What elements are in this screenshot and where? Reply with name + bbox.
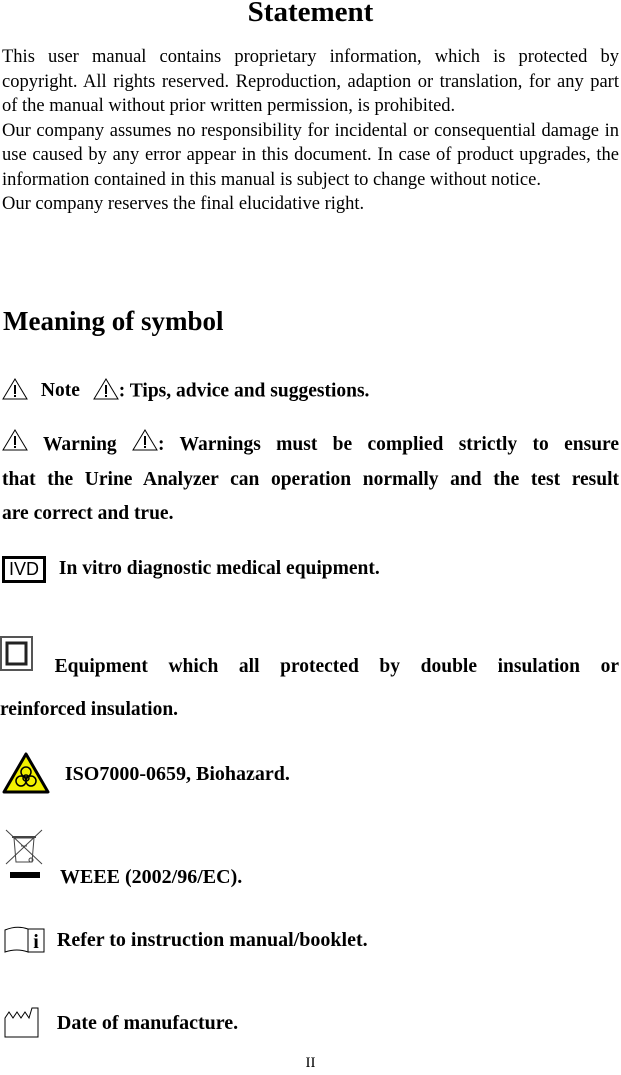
symbols-heading: Meaning of symbol [3,306,224,336]
double-insulation-row: Equipment which all protected by double … [0,636,619,721]
warning-triangle-icon [2,378,28,406]
note-label: Note [40,380,80,402]
warning-triangle-icon [132,428,158,463]
statement-text: This user manual contains proprietary in… [2,45,619,217]
date-of-manufacture-icon [4,1006,40,1044]
biohazard-icon [2,752,50,800]
manufacture-row: Date of manufacture. [4,1006,238,1044]
biohazard-description: ISO7000-0659, Biohazard. [64,763,290,786]
manufacture-description: Date of manufacture. [56,1012,239,1035]
ivd-icon: IVD [2,556,47,583]
statement-paragraph-3: Our company reserves the final elucidati… [2,194,365,214]
statement-paragraph-2: Our company assumes no responsibility fo… [2,120,619,190]
statement-paragraph-1: This user manual contains proprietary in… [2,47,619,116]
instruction-manual-icon: i [4,924,46,960]
manual-row: i Refer to instruction manual/booklet. [4,924,368,960]
warning-label: Warning [43,434,117,455]
warning-description: : Warnings must be complied strictly to … [158,434,620,455]
warning-description-line-2: that the Urine Analyzer can operation no… [2,468,619,490]
note-row: Note : Tips, advice and suggestions. [2,378,369,406]
svg-text:i: i [33,931,39,953]
note-description: : Tips, advice and suggestions. [118,380,370,402]
warning-row: Warning : Warnings must be complied stri… [2,428,619,531]
weee-bin-icon [4,828,44,885]
warning-description-line-3: are correct and true. [2,502,174,524]
manual-description: Refer to instruction manual/booklet. [56,929,368,952]
page-title: Statement [247,0,374,28]
warning-triangle-icon [2,428,28,463]
double-insulation-icon [0,636,34,687]
warning-triangle-icon [92,378,119,406]
ivd-row: IVD In vitro diagnostic medical equipmen… [2,556,380,583]
biohazard-row: ISO7000-0659, Biohazard. [2,752,290,800]
weee-description: WEEE (2002/96/EC). [60,866,243,888]
double-insulation-description: Equipment which all protected by double … [54,656,619,677]
page-number: II [305,1055,316,1071]
double-insulation-description-line-2: reinforced insulation. [0,699,179,720]
ivd-description: In vitro diagnostic medical equipment. [58,557,380,579]
